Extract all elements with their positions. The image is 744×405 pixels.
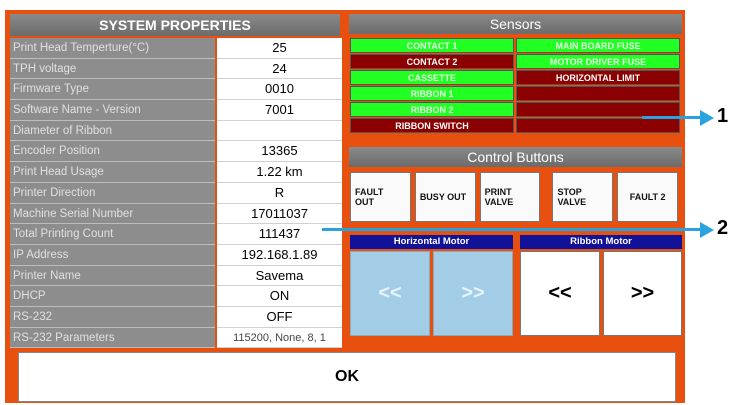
property-value: 192.168.1.89	[217, 244, 342, 266]
property-value: 13365	[217, 141, 342, 163]
property-row: RS-232 Parameters 115200, None, 8, 1	[10, 327, 342, 349]
property-value: Savema	[217, 265, 342, 287]
property-row: Print Head Temperture(°C) 25	[10, 38, 342, 59]
ribbon-motor-right-button[interactable]: >>	[603, 251, 682, 336]
control-buttons-header: Control Buttons	[349, 147, 682, 167]
property-row: Software Name - Version 7001	[10, 100, 342, 121]
property-value: 1.22 km	[217, 162, 342, 183]
sensor-indicator	[516, 102, 680, 117]
callout-1-arrow-icon	[700, 110, 714, 126]
property-row: Diameter of Ribbon	[10, 120, 342, 142]
sensor-indicator: CONTACT 2	[350, 54, 514, 69]
busy-out-button[interactable]: BUSY OUT	[414, 172, 476, 222]
property-label: TPH voltage	[10, 58, 215, 80]
property-value: 25	[217, 38, 342, 59]
sensor-indicator: MAIN BOARD FUSE	[516, 38, 680, 53]
horizontal-motor-right-button[interactable]: >>	[433, 251, 513, 336]
property-label: Print Head Usage	[10, 162, 215, 183]
ribbon-motor-header: Ribbon Motor	[520, 235, 682, 249]
callout-2-number: 2	[717, 217, 729, 239]
sensor-row: CONTACT 2 MOTOR DRIVER FUSE	[350, 54, 682, 69]
horizontal-motor-header: Horizontal Motor	[350, 235, 513, 249]
property-row: Printer Name Savema	[10, 265, 342, 287]
property-label: DHCP	[10, 286, 215, 307]
sensor-row: RIBBON 1	[350, 86, 682, 101]
sensor-row: RIBBON SWITCH	[350, 118, 682, 133]
property-label: Total Printing Count	[10, 224, 215, 245]
sensor-indicator: RIBBON 2	[350, 102, 514, 117]
property-row: Firmware Type 0010	[10, 79, 342, 101]
property-label: Software Name - Version	[10, 100, 215, 121]
callout-2-line	[322, 228, 704, 231]
property-row: Printer Direction R	[10, 182, 342, 204]
callout-1-line	[642, 116, 702, 119]
control-buttons-row: FAULT OUT BUSY OUT PRINT VALVE STOP VALV…	[350, 172, 682, 222]
property-value: ON	[217, 286, 342, 307]
property-label: Printer Name	[10, 265, 215, 287]
callout-2-arrow-icon	[700, 222, 714, 238]
sensor-indicator	[516, 118, 680, 133]
sensors-header: Sensors	[349, 14, 682, 34]
property-label: RS-232 Parameters	[10, 327, 215, 349]
property-value: R	[217, 182, 342, 204]
property-value: OFF	[217, 306, 342, 328]
ribbon-motor-left-button[interactable]: <<	[520, 251, 600, 336]
sensor-row: RIBBON 2	[350, 102, 682, 117]
property-label: Print Head Temperture(°C)	[10, 38, 215, 59]
ok-button[interactable]: OK	[18, 352, 676, 402]
sensor-indicator: RIBBON 1	[350, 86, 514, 101]
fault-out-button[interactable]: FAULT OUT	[350, 172, 411, 222]
fault-2-button[interactable]: FAULT 2	[617, 172, 678, 222]
property-row: Machine Serial Number 17011037	[10, 203, 342, 225]
stop-valve-button[interactable]: STOP VALVE	[552, 172, 614, 222]
property-row: RS-232 OFF	[10, 306, 342, 328]
property-value: 115200, None, 8, 1	[217, 327, 342, 349]
sensor-indicator: RIBBON SWITCH	[350, 118, 514, 133]
sensor-indicator: MOTOR DRIVER FUSE	[516, 54, 680, 69]
system-properties-header: SYSTEM PROPERTIES	[10, 14, 340, 36]
property-label: Machine Serial Number	[10, 203, 215, 225]
system-properties-table: Print Head Temperture(°C) 25 TPH voltage 24…	[10, 38, 342, 349]
property-label: Firmware Type	[10, 79, 215, 101]
property-label: Printer Direction	[10, 182, 215, 204]
sensor-indicator: CONTACT 1	[350, 38, 514, 53]
property-value: 24	[217, 58, 342, 80]
property-value: 7001	[217, 100, 342, 121]
property-label: Encoder Position	[10, 141, 215, 163]
horizontal-motor-left-button[interactable]: <<	[350, 251, 430, 336]
property-row: Total Printing Count 111437	[10, 224, 342, 245]
print-valve-button[interactable]: PRINT VALVE	[479, 172, 541, 222]
property-label: RS-232	[10, 306, 215, 328]
sensors-grid: CONTACT 1 MAIN BOARD FUSE CONTACT 2 MOTOR D…	[350, 38, 682, 134]
property-row: TPH voltage 24	[10, 58, 342, 80]
property-value: 17011037	[217, 203, 342, 225]
property-row: Encoder Position 13365	[10, 141, 342, 163]
sensor-row: CONTACT 1 MAIN BOARD FUSE	[350, 38, 682, 53]
property-label: Diameter of Ribbon	[10, 120, 215, 142]
property-value: 0010	[217, 79, 342, 101]
callout-1-number: 1	[717, 105, 729, 127]
sensor-indicator: HORIZONTAL LIMIT	[516, 70, 680, 85]
property-row: DHCP ON	[10, 286, 342, 307]
property-row: Print Head Usage 1.22 km	[10, 162, 342, 183]
sensor-indicator: CASSETTE	[350, 70, 514, 85]
property-row: IP Address 192.168.1.89	[10, 244, 342, 266]
sensor-row: CASSETTE HORIZONTAL LIMIT	[350, 70, 682, 85]
property-value	[217, 120, 342, 142]
property-label: IP Address	[10, 244, 215, 266]
sensor-indicator	[516, 86, 680, 101]
